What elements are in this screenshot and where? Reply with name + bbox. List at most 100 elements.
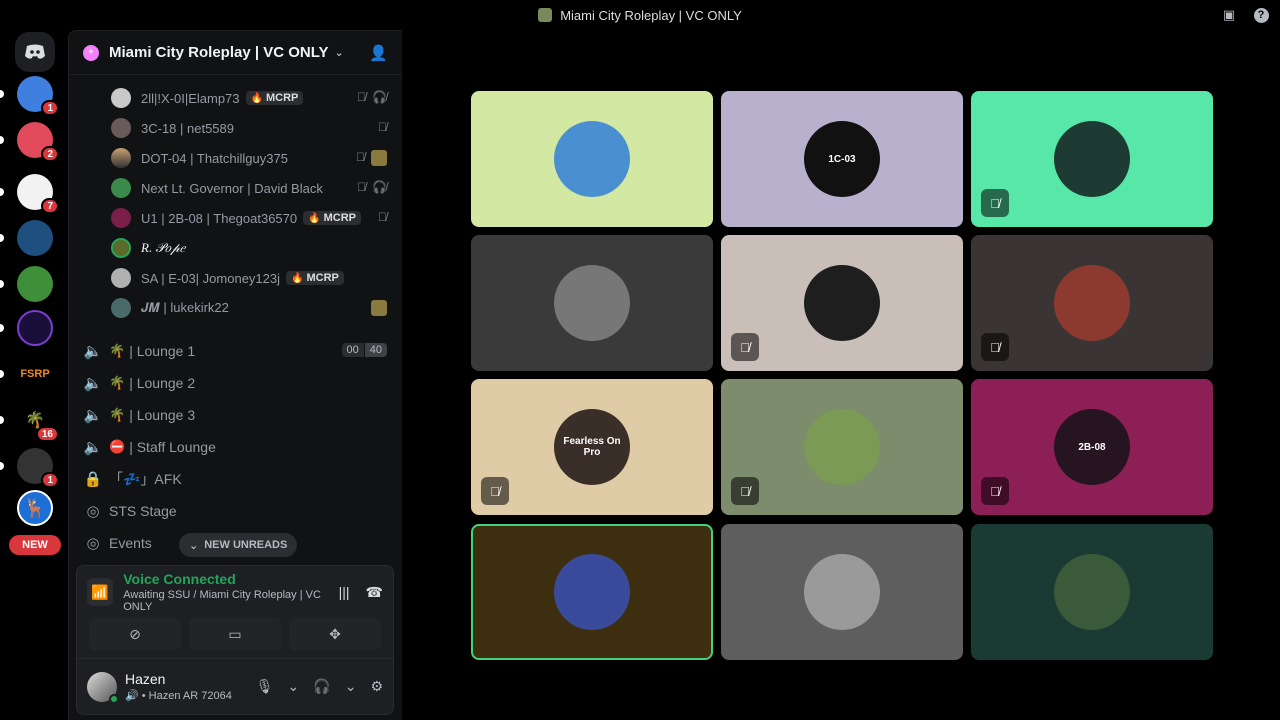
voice-member[interactable]: U1 | 2B-08 | Thegoat36570 🔥 MCRP 🎙̸ <box>69 203 403 233</box>
server-icon-6[interactable] <box>0 310 53 346</box>
participant-tile[interactable] <box>471 524 713 660</box>
voice-channel-lounge-1[interactable]: 🔈 🌴 | Lounge 1 00 40 <box>69 335 403 367</box>
deafen-icon: 🎧̸ <box>372 180 387 194</box>
chevron-down-icon[interactable]: ⌄ <box>288 678 300 695</box>
unread-pill <box>0 90 4 98</box>
participant-tile[interactable]: 1C-03 <box>721 91 963 227</box>
server-icon-4[interactable] <box>0 220 53 256</box>
participant-tile[interactable] <box>971 524 1213 660</box>
user-status: 🔊 • Hazen AR 72064 <box>125 689 232 702</box>
voice-channel-lounge-3[interactable]: 🔈 🌴 | Lounge 3 <box>69 399 403 431</box>
voice-member[interactable]: 3C-18 | net5589 🎙̸ <box>69 113 403 143</box>
server-avatar <box>17 310 53 346</box>
mention-badge: 16 <box>35 426 59 442</box>
stage-icon: ◎ <box>86 535 100 552</box>
voice-member[interactable]: SA | E-03| Jomoney123j 🔥 MCRP <box>69 263 403 293</box>
server-icon-2[interactable]: 2 <box>0 122 59 162</box>
participant-tile[interactable]: 🎙̸ <box>971 235 1213 371</box>
member-name: SA | E-03| Jomoney123j <box>141 270 281 286</box>
voice-channel-staff-lounge[interactable]: 🔈 ⛔ | Staff Lounge <box>69 431 403 463</box>
chevron-down-icon[interactable]: ⌄ <box>345 678 357 695</box>
mic-off-icon: 🎙̸ <box>378 210 387 224</box>
activities-button[interactable]: ✥ <box>289 618 381 650</box>
tag-label: MCRP <box>323 212 356 224</box>
member-name: U1 | 2B-08 | Thegoat36570 <box>141 210 298 226</box>
disconnect-icon[interactable]: ☎ <box>366 584 383 601</box>
speaker-icon: 🔈 <box>83 407 103 424</box>
channel-name: STS Stage <box>109 503 177 519</box>
help-button[interactable]: ? <box>1252 6 1270 24</box>
microphone-icon[interactable]: 🎙 <box>256 678 274 695</box>
voice-channel-afk[interactable]: 🔒 「💤」AFK <box>69 463 403 495</box>
new-unreads-button[interactable]: ⌄ NEW UNREADS <box>179 533 298 557</box>
voice-member[interactable]: 2ll|!X-0I|Elamp73 🔥 MCRP 🎙̸ 🎧̸ <box>69 83 403 113</box>
unread-pill <box>0 234 4 242</box>
server-icon-8[interactable]: 🌴 16 <box>0 402 59 442</box>
server-icon-7[interactable]: FSRP <box>0 356 53 392</box>
stage-channel-sts[interactable]: ◎ STS Stage <box>69 495 403 527</box>
user-status-text: • Hazen AR 72064 <box>141 690 232 702</box>
signal-icon[interactable]: 📶 <box>87 578 114 606</box>
channel-name: | Lounge 1 <box>129 343 196 359</box>
window-titlebar: Miami City Roleplay | VC ONLY ▣ ? <box>0 0 1280 30</box>
server-icon-9[interactable]: 1 <box>0 448 59 488</box>
member-tag: 🔥 MCRP <box>286 271 344 285</box>
participant-tile[interactable] <box>471 235 713 371</box>
camera-off-button[interactable]: ⊘ <box>89 618 181 650</box>
stage-icon: ◎ <box>86 503 100 520</box>
unread-pill <box>0 324 4 332</box>
inbox-icon[interactable]: ▣ <box>1220 6 1238 24</box>
flame-icon: 🔥 <box>308 212 321 224</box>
participant-avatar <box>1054 265 1130 341</box>
flame-icon: 🔥 <box>250 92 263 104</box>
server-icon-3[interactable]: 7 <box>0 174 59 214</box>
home-button[interactable] <box>15 32 55 72</box>
screen-share-button[interactable]: ▭ <box>189 618 281 650</box>
window-title: Miami City Roleplay | VC ONLY <box>560 7 742 23</box>
server-icon-1[interactable]: 1 <box>0 76 59 116</box>
voice-member[interactable]: DOT-04 | Thatchillguy375 🎙̸ <box>69 143 403 173</box>
participant-tile[interactable] <box>471 91 713 227</box>
participant-tile[interactable]: 🎙̸ <box>721 235 963 371</box>
avatar <box>111 238 131 258</box>
participant-avatar <box>804 265 880 341</box>
noise-suppression-icon[interactable]: ||| <box>339 584 350 601</box>
participant-avatar <box>554 121 630 197</box>
user-count: 00 <box>341 343 365 357</box>
member-name: R. 𝒫𝑜𝓅𝑒 <box>141 240 186 255</box>
channel-name: | Lounge 2 <box>129 375 196 391</box>
invite-people-icon[interactable]: 👤 <box>369 44 388 62</box>
voice-location[interactable]: Awaiting SSU / Miami City Roleplay | VC … <box>123 589 338 613</box>
voice-member[interactable]: Next Lt. Governor | David Black 🎙̸ 🎧̸ <box>69 173 403 203</box>
participant-tile[interactable]: 🎙̸ <box>971 91 1213 227</box>
participant-avatar <box>554 554 630 630</box>
camera-off-icon: ⊘ <box>129 625 141 642</box>
avatar[interactable] <box>87 671 119 704</box>
voice-member[interactable]: 𝑱𝑴 | lukekirk22 <box>69 293 403 323</box>
participant-avatar <box>804 554 880 630</box>
avatar <box>111 268 131 288</box>
participant-tile[interactable] <box>721 524 963 660</box>
avatar <box>111 208 131 228</box>
participant-tile[interactable]: Fearless On Pro 🎙̸ <box>471 379 713 515</box>
channel-name: | Staff Lounge <box>129 439 216 455</box>
mic-off-icon: 🎙̸ <box>356 150 365 164</box>
participant-avatar <box>1054 121 1130 197</box>
voice-connected-label[interactable]: Voice Connected <box>123 571 338 587</box>
participant-tile[interactable]: 🎙̸ <box>721 379 963 515</box>
unread-pill <box>0 462 4 470</box>
voice-channel-lounge-2[interactable]: 🔈 🌴 | Lounge 2 <box>69 367 403 399</box>
username: Hazen <box>125 671 166 687</box>
headphones-icon[interactable]: 🎧 <box>313 678 330 695</box>
voice-status: 📶 Voice Connected Awaiting SSU / Miami C… <box>77 566 393 618</box>
voice-member[interactable]: R. 𝒫𝑜𝓅𝑒 <box>69 233 403 263</box>
participant-tile[interactable]: 2B-08 🎙̸ <box>971 379 1213 515</box>
unread-pill <box>0 280 4 288</box>
voice-call-stage: 1C-03 🎙̸ 🎙̸ 🎙̸ Fearless On Pro 🎙̸ 🎙̸ 2B-08 🎙̸ <box>402 30 1280 720</box>
server-icon <box>538 8 553 22</box>
settings-gear-icon[interactable]: ⚙ <box>370 678 383 695</box>
server-header[interactable]: ✦ Miami City Roleplay | VC ONLY ⌄ 👤 <box>69 31 402 75</box>
server-icon-10[interactable]: 🦌 <box>17 490 53 526</box>
server-icon-5[interactable] <box>0 266 53 302</box>
new-unreads-rail-pill[interactable]: NEW <box>9 535 61 555</box>
